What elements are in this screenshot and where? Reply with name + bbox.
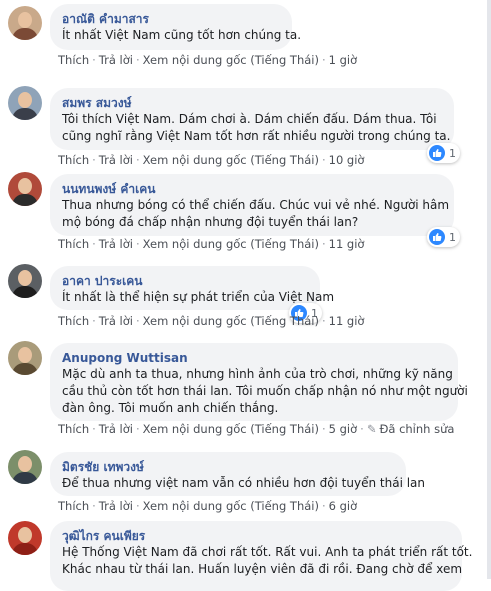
reply-link[interactable]: Trả lời xyxy=(99,499,133,513)
comment-bubble: Anupong Wuttisan Mặc dù anh ta thua, như… xyxy=(50,343,468,421)
comment-actions: Thích · Trả lời · Xem nội dung gốc (Tiếng Th… xyxy=(58,53,357,67)
commenter-name[interactable]: สมพร สมวงษ์ xyxy=(62,95,442,111)
avatar[interactable] xyxy=(8,6,42,40)
timestamp[interactable]: 1 giờ xyxy=(329,53,358,67)
commenter-name[interactable]: อาณัติ คำมาสาร xyxy=(62,11,280,27)
see-original-link[interactable]: Xem nội dung gốc (Tiếng Thái) xyxy=(143,499,319,513)
comment-bubble: นนทนพงษ์ คำเคน Thua nhưng bóng có thể ch… xyxy=(50,174,454,236)
see-original-link[interactable]: Xem nội dung gốc (Tiếng Thái) xyxy=(143,153,319,167)
comment-text: Ít nhất là thể hiện sự phát triển của Vi… xyxy=(62,290,335,304)
comment-bubble: อาณัติ คำมาสาร Ít nhất Việt Nam cũng tốt… xyxy=(50,4,302,50)
separator: · xyxy=(92,499,96,513)
commenter-name[interactable]: วุฒิไกร คนเพียร xyxy=(62,528,450,544)
separator: · xyxy=(92,53,96,67)
like-icon xyxy=(429,229,445,245)
separator: · xyxy=(321,422,326,436)
comment-text-line: Tôi thích Việt Nam. Dám chơi à. Dám chiế… xyxy=(62,112,437,126)
comment-bubble: วุฒิไกร คนเพียร Hệ Thống Việt Nam đã chơ… xyxy=(50,521,473,591)
like-link[interactable]: Thích xyxy=(58,314,89,328)
like-link[interactable]: Thích xyxy=(58,237,89,251)
comment-actions: Thích · Trả lời · Xem nội dung gốc (Tiếng Th… xyxy=(58,237,364,251)
separator: · xyxy=(321,314,326,328)
comment-text-line: mộ bóng đá chấp nhận nhưng đội tuyển thá… xyxy=(62,215,359,229)
separator: · xyxy=(135,53,140,67)
comment-text-line: cầu thủ còn tốt hơn thái lan. Tôi muốn c… xyxy=(62,384,468,398)
avatar[interactable] xyxy=(8,341,42,375)
comment-text-line: Thua nhưng bóng có thể chiến đấu. Chúc v… xyxy=(62,198,450,212)
comment-text: Để thua nhưng việt nam vẫn có nhiều hơn … xyxy=(62,476,426,490)
see-original-link[interactable]: Xem nội dung gốc (Tiếng Thái) xyxy=(143,422,319,436)
commenter-name[interactable]: Anupong Wuttisan xyxy=(62,350,446,366)
separator: · xyxy=(92,314,96,328)
reply-link[interactable]: Trả lời xyxy=(99,422,133,436)
separator: · xyxy=(321,499,326,513)
comment-text-line: Hệ Thống Việt Nam đã chơi rất tốt. Rất v… xyxy=(62,545,473,559)
reply-link[interactable]: Trả lời xyxy=(99,237,133,251)
timestamp[interactable]: 5 giờ xyxy=(329,422,358,436)
separator: · xyxy=(321,153,326,167)
like-link[interactable]: Thích xyxy=(58,53,89,67)
separator: · xyxy=(321,53,326,67)
see-original-link[interactable]: Xem nội dung gốc (Tiếng Thái) xyxy=(143,53,319,67)
edit-icon: ✎ xyxy=(366,422,377,436)
avatar[interactable] xyxy=(8,521,42,555)
separator: · xyxy=(360,422,364,436)
comment-actions: Thích · Trả lời · Xem nội dung gốc (Tiếng Th… xyxy=(58,314,364,328)
separator: · xyxy=(135,153,140,167)
separator: · xyxy=(135,499,140,513)
timestamp[interactable]: 10 giờ xyxy=(329,153,365,167)
comment-text-line: đàn ông. Tôi muốn anh chiến thắng. xyxy=(62,401,279,415)
commenter-name[interactable]: มิตรชัย เทพวงษ์ xyxy=(62,459,394,475)
comment-bubble: มิตรชัย เทพวงษ์ Để thua nhưng việt nam v… xyxy=(50,452,426,496)
comment-text-line: Mặc dù anh ta thua, nhưng hình ảnh của t… xyxy=(62,367,453,381)
commenter-name[interactable]: นนทนพงษ์ คำเคน xyxy=(62,181,442,197)
avatar[interactable] xyxy=(8,86,42,120)
commenter-name[interactable]: อาคา ปาระเคน xyxy=(62,273,308,289)
like-link[interactable]: Thích xyxy=(58,499,89,513)
avatar[interactable] xyxy=(8,264,42,298)
comment-bubble: สมพร สมวงษ์ Tôi thích Việt Nam. Dám chơi… xyxy=(50,88,454,150)
scrollbar[interactable] xyxy=(487,0,491,579)
comment-actions: Thích · Trả lời · Xem nội dung gốc (Tiếng Th… xyxy=(58,422,454,436)
reply-link[interactable]: Trả lời xyxy=(99,153,133,167)
avatar[interactable] xyxy=(8,450,42,484)
see-original-link[interactable]: Xem nội dung gốc (Tiếng Thái) xyxy=(143,237,319,251)
reaction-count-number: 1 xyxy=(449,146,456,160)
comment-actions: Thích · Trả lời · Xem nội dung gốc (Tiếng Th… xyxy=(58,499,357,513)
comment-text: Ít nhất Việt Nam cũng tốt hơn chúng ta. xyxy=(62,28,302,42)
reaction-count-number: 1 xyxy=(449,230,456,244)
separator: · xyxy=(135,422,140,436)
timestamp[interactable]: 6 giờ xyxy=(329,499,358,513)
reaction-count[interactable]: 1 xyxy=(427,143,460,163)
comment-bubble: อาคา ปาระเคน Ít nhất là thể hiện sự phát… xyxy=(50,266,335,310)
separator: · xyxy=(92,153,96,167)
separator: · xyxy=(321,237,326,251)
see-original-link[interactable]: Xem nội dung gốc (Tiếng Thái) xyxy=(143,314,319,328)
like-link[interactable]: Thích xyxy=(58,153,89,167)
comment-text-line: Khác nhau từ thái lan. Huấn luyện viên đ… xyxy=(62,562,463,576)
like-icon xyxy=(429,145,445,161)
separator: · xyxy=(92,422,96,436)
timestamp[interactable]: 11 giờ xyxy=(329,237,365,251)
separator: · xyxy=(135,237,140,251)
reaction-count[interactable]: 1 xyxy=(427,227,460,247)
edited-label[interactable]: Đã chỉnh sửa xyxy=(379,422,454,436)
like-link[interactable]: Thích xyxy=(58,422,89,436)
timestamp[interactable]: 11 giờ xyxy=(329,314,365,328)
reply-link[interactable]: Trả lời xyxy=(99,314,133,328)
separator: · xyxy=(92,237,96,251)
separator: · xyxy=(135,314,140,328)
avatar[interactable] xyxy=(8,172,42,206)
comment-text-line: cũng nghĩ rằng Việt Nam tốt hơn rất nhiề… xyxy=(62,129,451,143)
reply-link[interactable]: Trả lời xyxy=(99,53,133,67)
comment-actions: Thích · Trả lời · Xem nội dung gốc (Tiếng Th… xyxy=(58,153,364,167)
